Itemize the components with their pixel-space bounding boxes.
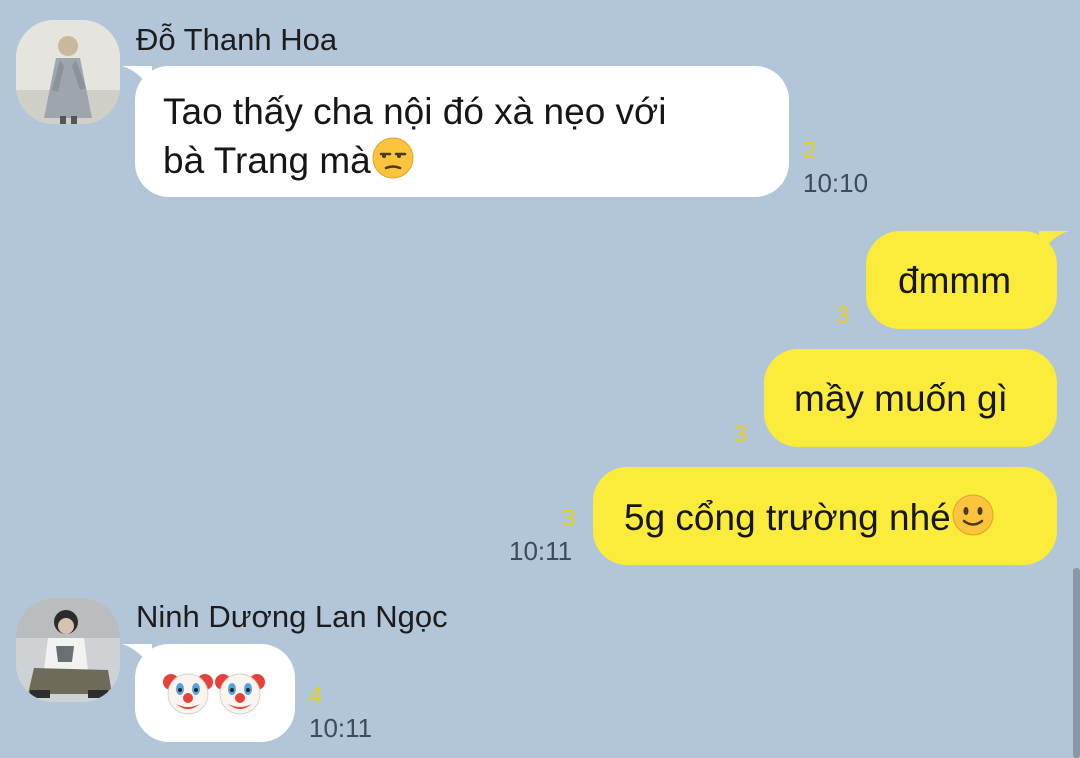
message-text-line: bà Trang mà <box>163 136 789 192</box>
message-text-segment: bà Trang mà <box>163 140 371 181</box>
scrollbar[interactable] <box>1073 568 1080 758</box>
read-count: 4 <box>309 682 323 709</box>
message-bubble[interactable] <box>122 644 295 742</box>
read-count: 3 <box>562 505 576 532</box>
timestamp: 10:11 <box>309 713 373 743</box>
message-bubble[interactable]: đmmm <box>866 231 1069 329</box>
avatar-photo-1 <box>16 20 120 124</box>
bubble-tail <box>122 66 152 94</box>
avatar-photo-2 <box>16 598 120 702</box>
timestamp: 10:11 <box>509 536 573 566</box>
avatar[interactable] <box>16 598 120 702</box>
sender-name: Ninh Dương Lan Ngọc <box>136 599 448 634</box>
message-bubble[interactable]: Tao thấy cha nội đó xà nẹo với bà Trang … <box>122 66 789 197</box>
avatar[interactable] <box>16 20 120 124</box>
message-bubble[interactable]: 5g cổng trường nhé <box>593 467 1057 565</box>
sender-name: Đỗ Thanh Hoa <box>136 22 338 57</box>
read-count: 3 <box>734 421 748 448</box>
clown-face-icon <box>163 668 213 730</box>
read-count: 3 <box>836 302 850 329</box>
read-count: 2 <box>803 137 817 164</box>
message-bubble[interactable]: mầy muốn gì <box>764 349 1057 447</box>
unamused-face-icon <box>371 136 415 192</box>
message-text-line: Tao thấy cha nội đó xà nẹo với <box>163 91 667 132</box>
timestamp: 10:10 <box>803 168 869 198</box>
message-text: mầy muốn gì <box>794 378 1008 419</box>
slightly-smiling-face-icon <box>951 493 995 549</box>
message-text-segment: 5g cổng trường nhé <box>624 497 951 538</box>
clown-face-icon <box>215 668 265 730</box>
bubble-tail <box>122 644 152 672</box>
message-text: đmmm <box>898 260 1012 301</box>
message-text: 5g cổng trường nhé <box>624 493 1057 549</box>
bubble-tail <box>1039 231 1069 259</box>
